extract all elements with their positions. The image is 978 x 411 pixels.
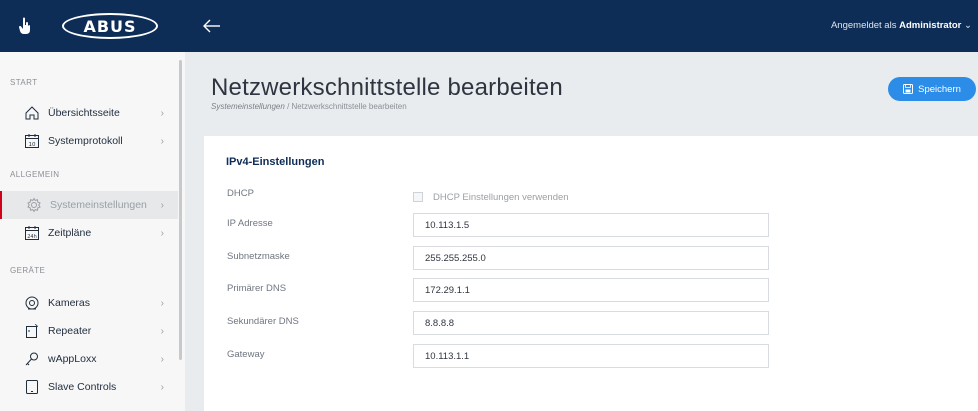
chevron-right-icon: ›	[160, 227, 164, 239]
breadcrumb-parent[interactable]: Systemeinstellungen	[211, 102, 285, 111]
dhcp-label: DHCP	[227, 188, 254, 199]
sidebar-item-slave-controls[interactable]: Slave Controls ›	[0, 373, 178, 401]
sidebar-item-systemeinstellungen[interactable]: Systemeinstellungen ›	[0, 191, 178, 219]
sidebar-item-label: Zeitpläne	[48, 227, 92, 239]
user-name: Administrator	[899, 20, 962, 31]
section-start: START	[10, 78, 38, 87]
secondary-dns-field[interactable]: 8.8.8.8	[413, 311, 769, 335]
primary-dns-label: Primärer DNS	[227, 283, 287, 294]
gateway-label: Gateway	[227, 349, 265, 360]
chevron-right-icon: ›	[160, 107, 164, 119]
user-prefix: Angemeldet als	[830, 20, 897, 31]
sidebar-item-label: Kameras	[48, 297, 91, 309]
repeater-icon	[24, 323, 40, 339]
save-button[interactable]: Speichern	[888, 77, 976, 101]
breadcrumb-current: Netzwerkschnittstelle bearbeiten	[291, 102, 407, 111]
save-disk-icon	[903, 84, 914, 94]
hand-pointer-icon	[18, 17, 32, 35]
dhcp-checkbox[interactable]	[413, 192, 423, 202]
chevron-right-icon: ›	[160, 135, 164, 147]
save-button-label: Speichern	[918, 83, 961, 95]
page-title: Netzwerkschnittstelle bearbeiten	[211, 74, 563, 101]
secondary-dns-label: Sekundärer DNS	[227, 316, 299, 327]
primary-dns-field[interactable]: 172.29.1.1	[413, 278, 769, 302]
sidebar-item-kameras[interactable]: Kameras ›	[0, 289, 178, 317]
svg-text:10: 10	[29, 142, 36, 148]
ip-address-field[interactable]: 10.113.1.5	[413, 213, 769, 237]
user-menu[interactable]: Angemeldet als Administrator ⌄	[831, 20, 972, 31]
sidebar-item-label: Repeater	[48, 325, 92, 337]
sidebar-item-repeater[interactable]: Repeater ›	[0, 317, 178, 345]
key-icon	[24, 351, 40, 367]
card-title: IPv4-Einstellungen	[226, 156, 325, 168]
svg-text:24h: 24h	[27, 234, 37, 240]
sidebar-item-systemprotokoll[interactable]: 10 Systemprotokoll ›	[0, 127, 178, 155]
chevron-right-icon: ›	[160, 199, 164, 211]
gateway-field[interactable]: 10.113.1.1	[413, 344, 769, 368]
calendar-icon: 10	[24, 133, 40, 149]
chevron-right-icon: ›	[160, 381, 164, 393]
ipv4-settings-card: IPv4-Einstellungen DHCP DHCP Einstellung…	[204, 136, 978, 411]
sidebar-item-label: Übersichtsseite	[48, 107, 120, 119]
sidebar-item-label: Systemprotokoll	[48, 135, 123, 147]
chevron-right-icon: ›	[160, 325, 164, 337]
sidebar-item-label: Slave Controls	[48, 381, 117, 393]
sidebar-item-label: Systemeinstellungen	[50, 199, 147, 211]
camera-icon	[24, 295, 40, 311]
chevron-right-icon: ›	[160, 353, 164, 365]
breadcrumb: Systemeinstellungen / Netzwerkschnittste…	[211, 102, 407, 111]
home-icon	[24, 105, 40, 121]
top-bar: Angemeldet als Administrator ⌄	[185, 0, 978, 52]
sidebar-scrollbar[interactable]	[179, 60, 182, 360]
gear-icon	[26, 197, 42, 213]
tablet-icon	[24, 379, 40, 395]
abus-logo[interactable]: ABUS	[62, 13, 158, 39]
breadcrumb-separator: /	[287, 102, 290, 111]
back-arrow-icon[interactable]	[201, 16, 223, 36]
brand-bar: ABUS	[0, 0, 185, 52]
ip-address-label: IP Adresse	[227, 218, 273, 229]
subnet-mask-field[interactable]: 255.255.255.0	[413, 246, 769, 270]
sidebar-item-wapploxx[interactable]: wAppLoxx ›	[0, 345, 178, 373]
sidebar-item-zeitplaene[interactable]: 24h Zeitpläne ›	[0, 219, 178, 247]
section-allgemein: ALLGEMEIN	[10, 170, 60, 179]
sidebar: ABUS START Übersichtsseite › 10 Systempr…	[0, 0, 185, 411]
sidebar-item-uebersichtsseite[interactable]: Übersichtsseite ›	[0, 99, 178, 127]
chevron-down-icon: ⌄	[964, 20, 972, 31]
dhcp-checkbox-label[interactable]: DHCP Einstellungen verwenden	[433, 192, 569, 203]
subnet-mask-label: Subnetzmaske	[227, 251, 290, 262]
section-geraete: GERÄTE	[10, 266, 46, 275]
schedule-icon: 24h	[24, 225, 40, 241]
sidebar-item-label: wAppLoxx	[48, 353, 97, 365]
chevron-right-icon: ›	[160, 297, 164, 309]
